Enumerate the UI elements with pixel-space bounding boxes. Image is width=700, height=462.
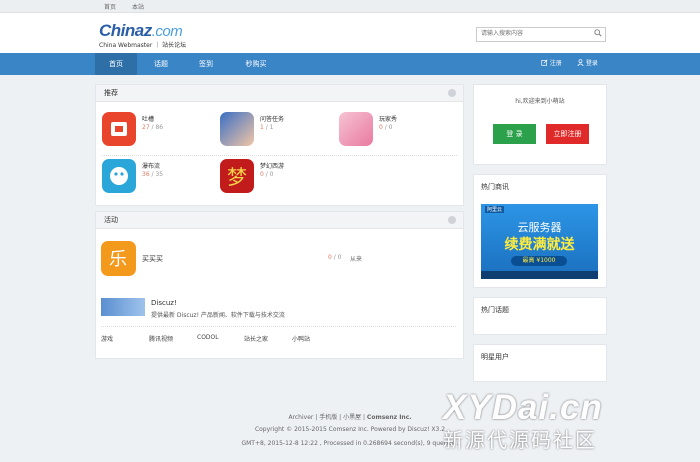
topbar-home-link[interactable]: 首页 xyxy=(104,2,116,11)
friend-link[interactable]: 站长之家 xyxy=(244,334,268,343)
ad-footer-strip xyxy=(481,271,598,279)
login-label: 登录 xyxy=(585,60,598,67)
divider xyxy=(101,326,456,327)
watermark-latin: XYDai.cn xyxy=(443,388,603,427)
topbar-this-site-link[interactable]: 本站 xyxy=(132,2,144,11)
welcome-panel: hi,欢迎来到小萌站 登 录 立即注册 xyxy=(473,84,607,165)
star-users-panel: 明星用户 xyxy=(473,344,607,382)
ad-line2: 续费满就送 xyxy=(504,237,575,253)
site-watermark: XYDai.cn 新源代源码社区 xyxy=(443,388,603,453)
logo-brand: Chinaz xyxy=(99,21,152,40)
app-name: 梦幻西游 xyxy=(260,163,285,170)
friend-link[interactable]: 腾讯视频 xyxy=(149,334,173,343)
recommend-header: 推荐 xyxy=(96,85,463,102)
friend-link[interactable]: CODOL xyxy=(197,334,219,341)
register-button[interactable]: 立即注册 xyxy=(546,124,589,144)
hot-ads-panel: 热门商讯 阿里云 云服务器 续费满就送 最高 ¥1000 xyxy=(473,174,607,288)
footer-link-blacklist[interactable]: 小黑屋 xyxy=(343,414,361,421)
nav-item-home[interactable]: 首页 xyxy=(95,53,137,75)
friend-link[interactable]: 游戏 xyxy=(101,334,113,343)
top-bar: 首页 本站 xyxy=(0,0,700,13)
watermark-chinese: 新源代源码社区 xyxy=(443,428,597,452)
main-nav: 首页 话题 签到 秒购买 注册 登录 xyxy=(0,53,700,75)
app-count: 36 / 35 xyxy=(142,171,164,178)
app-name: 玩家秀 xyxy=(379,116,398,123)
app-count: 0 / 0 xyxy=(379,124,393,131)
collapse-icon[interactable] xyxy=(448,89,456,97)
search-input[interactable] xyxy=(477,28,581,39)
tucao-app-icon xyxy=(102,112,136,146)
hot-topics-panel: 热门话题 xyxy=(473,297,607,335)
app-item[interactable]: 吐槽 27 / 86 xyxy=(102,112,212,152)
hot-ads-title: 热门商讯 xyxy=(481,183,509,191)
svg-text:乐: 乐 xyxy=(109,249,127,270)
activity-item-name[interactable]: 买买买 xyxy=(142,254,163,264)
anime-girl-app-icon xyxy=(220,112,254,146)
shopping-app-icon[interactable]: 乐 xyxy=(101,241,136,276)
nav-register-link[interactable]: 注册 xyxy=(541,53,562,75)
app-item[interactable]: 瀑布流 36 / 35 xyxy=(102,159,212,199)
ad-line1: 云服务器 xyxy=(517,221,562,234)
hot-topics-title: 热门话题 xyxy=(481,306,509,314)
monster-app-icon xyxy=(102,159,136,193)
collapse-icon[interactable] xyxy=(448,216,456,224)
app-item[interactable]: 问答任务 1 / 1 xyxy=(220,112,330,152)
activity-item-from: 从来 xyxy=(350,256,363,263)
register-label: 注册 xyxy=(549,60,562,67)
user-icon xyxy=(577,59,584,67)
activity-item-count: 0 / 0 xyxy=(328,254,342,261)
search-icon[interactable] xyxy=(594,29,602,37)
nav-login-link[interactable]: 登录 xyxy=(577,53,598,75)
activity-header: 活动 xyxy=(96,212,463,229)
app-name: 问答任务 xyxy=(260,116,285,123)
ad-line3: 最高 ¥1000 xyxy=(511,256,567,266)
site-logo[interactable]: Chinaz.com China Webmaster ｜ 站长论坛 xyxy=(99,21,186,49)
app-count: 27 / 86 xyxy=(142,124,164,131)
friend-link[interactable]: 小鸭站 xyxy=(292,334,310,343)
nav-item-checkin[interactable]: 签到 xyxy=(187,53,225,75)
app-name: 吐槽 xyxy=(142,116,155,123)
edit-icon xyxy=(541,59,548,66)
recommend-panel: 推荐 吐槽 27 / 86 问答任务 1 / 1 玩家秀 0 / 0 瀑布流 3… xyxy=(95,84,464,206)
svg-text:梦: 梦 xyxy=(227,165,247,189)
discuz-description: 提供最新 Discuz! 产品新闻、软件下载与技术交流 xyxy=(151,312,285,319)
logo-tagline: China Webmaster ｜ 站长论坛 xyxy=(99,42,187,49)
activity-title: 活动 xyxy=(104,216,118,224)
nav-item-topics[interactable]: 话题 xyxy=(142,53,180,75)
cloud-server-ad-banner[interactable]: 阿里云 云服务器 续费满就送 最高 ¥1000 xyxy=(481,204,598,279)
activity-panel: 活动 乐 买买买 0 / 0 从来 Discuz! 提供最新 Discuz! 产… xyxy=(95,211,464,359)
discuz-logo-image[interactable] xyxy=(101,298,145,316)
app-count: 0 / 0 xyxy=(260,171,274,178)
login-button[interactable]: 登 录 xyxy=(493,124,536,144)
app-name: 瀑布流 xyxy=(142,163,161,170)
logo-domain: .com xyxy=(151,23,183,40)
fantasy-game-app-icon: 梦 xyxy=(220,159,254,193)
welcome-text: hi,欢迎来到小萌站 xyxy=(515,98,565,105)
discuz-title[interactable]: Discuz! xyxy=(151,299,177,307)
divider xyxy=(102,155,457,156)
footer-link-mobile[interactable]: 手机版 xyxy=(319,414,337,421)
search-box xyxy=(476,27,606,42)
app-count: 1 / 1 xyxy=(260,124,274,131)
app-item[interactable]: 梦 梦幻西游 0 / 0 xyxy=(220,159,330,199)
nav-item-flash-buy[interactable]: 秒购买 xyxy=(234,53,278,75)
recommend-title: 推荐 xyxy=(104,89,118,97)
ad-brand: 阿里云 xyxy=(485,206,505,213)
star-users-title: 明星用户 xyxy=(481,353,509,361)
footer-link-archiver[interactable]: Archiver xyxy=(288,414,313,421)
pink-hair-app-icon xyxy=(339,112,373,146)
app-item[interactable]: 玩家秀 0 / 0 xyxy=(339,112,449,152)
footer-link-comsenz[interactable]: Comsenz Inc. xyxy=(367,414,412,421)
